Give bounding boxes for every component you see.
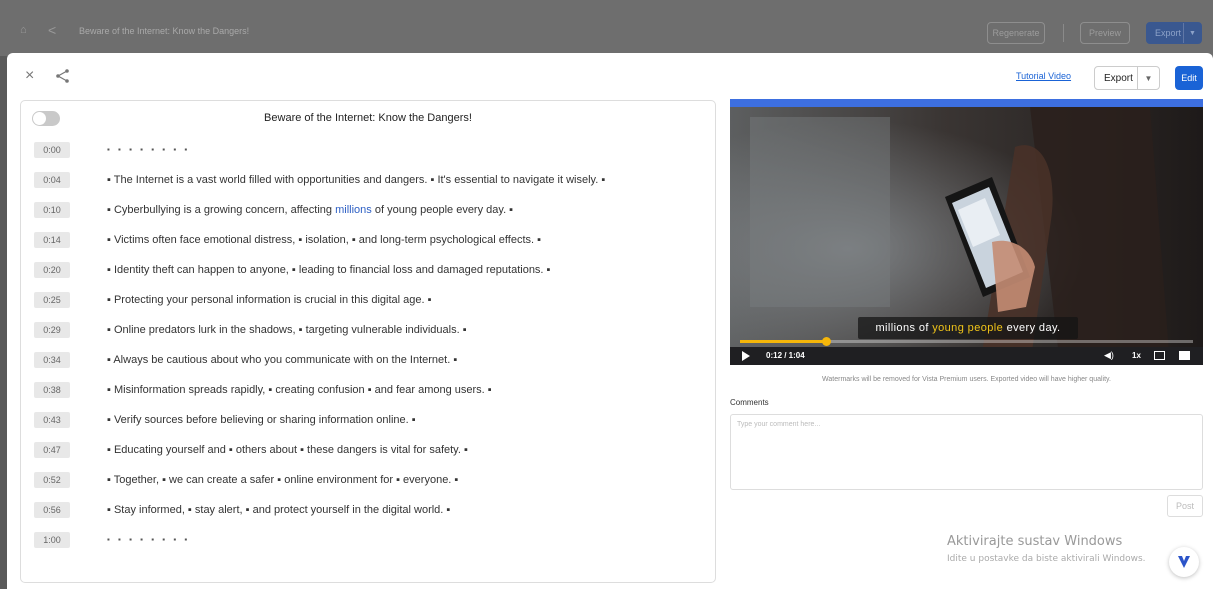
- transcript-row[interactable]: 0:56 ▪ Stay informed, ▪ stay alert, ▪ and…: [21, 502, 715, 522]
- transcript-row[interactable]: 0:25 ▪ Protecting your personal informati…: [21, 292, 715, 312]
- transcript-segment-text[interactable]: ▪ Stay informed, ▪ stay alert, ▪ and pro…: [107, 504, 450, 516]
- post-button[interactable]: Post: [1167, 495, 1203, 517]
- background-app-header: ⌂ < Beware of the Internet: Know the Dan…: [0, 0, 1213, 56]
- progress-handle[interactable]: [822, 337, 832, 346]
- edit-button[interactable]: Edit: [1175, 66, 1203, 90]
- export-dropdown[interactable]: Export ▼: [1094, 66, 1160, 90]
- transcript-row[interactable]: 0:34 ▪ Always be cautious about who you c…: [21, 352, 715, 372]
- playback-speed-button[interactable]: 1x: [1132, 351, 1141, 360]
- transcript-segment-text[interactable]: ▪ The Internet is a vast world filled wi…: [107, 174, 605, 186]
- timestamp-badge[interactable]: 0:29: [34, 322, 70, 338]
- timestamp-badge[interactable]: 0:34: [34, 352, 70, 368]
- fullscreen-icon[interactable]: [1179, 351, 1190, 360]
- video-top-bar: [730, 99, 1203, 107]
- chevron-down-icon: ▼: [1183, 23, 1201, 43]
- captions-icon[interactable]: [1154, 351, 1165, 360]
- divider: [1063, 24, 1064, 42]
- video-subtitle: millions of young people every day.: [858, 317, 1078, 339]
- progress-fill: [740, 340, 827, 343]
- transcript-segment-text[interactable]: ▪ Identity theft can happen to anyone, ▪…: [107, 264, 550, 276]
- regenerate-button: Regenerate: [987, 22, 1045, 44]
- timestamp-badge[interactable]: 0:38: [34, 382, 70, 398]
- transcript-segment-text[interactable]: ▪ Misinformation spreads rapidly, ▪ crea…: [107, 384, 492, 396]
- transcript-segment-text[interactable]: ▪ Cyberbullying is a growing concern, af…: [107, 204, 513, 216]
- watermark-note: Watermarks will be removed for Vista Pre…: [822, 376, 1111, 383]
- background-export-label: Export: [1155, 28, 1182, 38]
- timestamp-badge[interactable]: 0:20: [34, 262, 70, 278]
- transcript-row[interactable]: 0:14 ▪ Victims often face emotional distr…: [21, 232, 715, 252]
- home-icon: ⌂: [20, 24, 27, 36]
- timestamp-badge[interactable]: 1:00: [34, 532, 70, 548]
- share-icon[interactable]: [55, 68, 71, 84]
- background-project-title: Beware of the Internet: Know the Dangers…: [79, 26, 250, 36]
- video-controls: 0:12 / 1:04 ◀) 1x: [730, 347, 1203, 365]
- timestamp-badge[interactable]: 0:10: [34, 202, 70, 218]
- play-icon[interactable]: [742, 351, 750, 361]
- transcript-segment-text[interactable]: ▪ Together, ▪ we can create a safer ▪ on…: [107, 474, 458, 486]
- timestamp-badge[interactable]: 0:43: [34, 412, 70, 428]
- share-icon: <: [48, 22, 57, 38]
- transcript-row[interactable]: 0:43 ▪ Verify sources before believing or…: [21, 412, 715, 432]
- transcript-segment-text[interactable]: ▪ Protecting your personal information i…: [107, 294, 432, 306]
- transcript-row[interactable]: 0:52 ▪ Together, ▪ we can create a safer …: [21, 472, 715, 492]
- volume-icon[interactable]: ◀): [1104, 350, 1114, 361]
- timestamp-badge[interactable]: 0:00: [34, 142, 70, 158]
- windows-activation-subtitle: Idite u postavke da biste aktivirali Win…: [947, 554, 1146, 564]
- export-label: Export: [1104, 72, 1133, 84]
- transcript-segment-text[interactable]: ▪ Educating yourself and ▪ others about …: [107, 444, 468, 456]
- video-modal: × Tutorial Video Export ▼ Edit Beware of…: [7, 53, 1213, 589]
- segment-text-part: ▪ Cyberbullying is a growing concern, af…: [107, 204, 336, 216]
- transcript-segment-text[interactable]: ▪ Verify sources before believing or sha…: [107, 414, 416, 426]
- chat-logo-icon: [1178, 556, 1190, 568]
- video-progress-bar[interactable]: [740, 337, 1193, 346]
- time-display: 0:12 / 1:04: [766, 351, 805, 360]
- windows-activation-title: Aktivirajte sustav Windows: [947, 534, 1123, 549]
- timestamp-badge[interactable]: 0:56: [34, 502, 70, 518]
- transcript-row[interactable]: 0:00 ▪ ▪ ▪ ▪ ▪ ▪ ▪ ▪: [21, 142, 715, 162]
- comments-label: Comments: [730, 398, 769, 407]
- timestamp-badge[interactable]: 0:14: [34, 232, 70, 248]
- chevron-down-icon[interactable]: ▼: [1137, 67, 1159, 89]
- transcript-segment-text[interactable]: ▪ ▪ ▪ ▪ ▪ ▪ ▪ ▪: [107, 145, 190, 154]
- transcript-row[interactable]: 0:38 ▪ Misinformation spreads rapidly, ▪ …: [21, 382, 715, 402]
- transcript-row[interactable]: 0:10 ▪ Cyberbullying is a growing concern…: [21, 202, 715, 222]
- transcript-segment-text[interactable]: ▪ Victims often face emotional distress,…: [107, 234, 541, 246]
- highlighted-word: millions: [335, 204, 372, 216]
- tutorial-video-link[interactable]: Tutorial Video: [1016, 71, 1071, 81]
- close-icon[interactable]: ×: [25, 68, 34, 84]
- transcript-segment-text[interactable]: ▪ Always be cautious about who you commu…: [107, 354, 457, 366]
- segment-text-part: of young people every day. ▪: [371, 204, 514, 216]
- transcript-row[interactable]: 0:47 ▪ Educating yourself and ▪ others ab…: [21, 442, 715, 462]
- comment-input[interactable]: [730, 414, 1203, 490]
- transcript-row[interactable]: 1:00 ▪ ▪ ▪ ▪ ▪ ▪ ▪ ▪: [21, 532, 715, 552]
- help-chat-button[interactable]: [1169, 547, 1199, 577]
- background-export-button: Export ▼: [1146, 22, 1202, 44]
- transcript-panel: Beware of the Internet: Know the Dangers…: [20, 100, 716, 583]
- preview-button: Preview: [1080, 22, 1130, 44]
- video-player[interactable]: millions of young people every day. 0:12…: [730, 99, 1203, 365]
- transcript-row[interactable]: 0:29 ▪ Online predators lurk in the shado…: [21, 322, 715, 342]
- transcript-row[interactable]: 0:20 ▪ Identity theft can happen to anyon…: [21, 262, 715, 282]
- transcript-row[interactable]: 0:04 ▪ The Internet is a vast world fille…: [21, 172, 715, 192]
- transcript-segment-text[interactable]: ▪ ▪ ▪ ▪ ▪ ▪ ▪ ▪: [107, 535, 190, 544]
- timestamp-badge[interactable]: 0:52: [34, 472, 70, 488]
- timestamp-badge[interactable]: 0:04: [34, 172, 70, 188]
- timestamp-badge[interactable]: 0:47: [34, 442, 70, 458]
- transcript-segment-text[interactable]: ▪ Online predators lurk in the shadows, …: [107, 324, 467, 336]
- transcript-title: Beware of the Internet: Know the Dangers…: [264, 112, 472, 124]
- timestamp-badge[interactable]: 0:25: [34, 292, 70, 308]
